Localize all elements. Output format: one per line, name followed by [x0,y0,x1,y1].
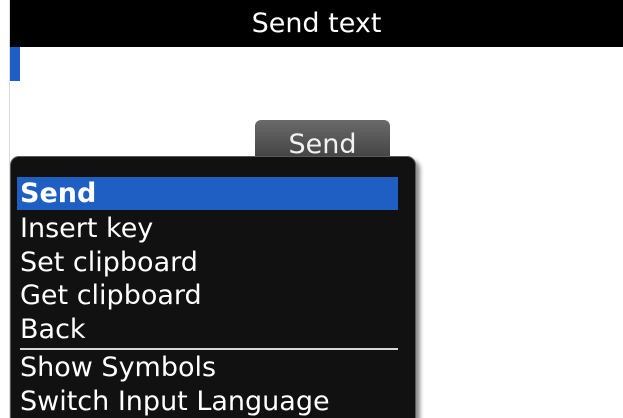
text-input-cursor[interactable] [10,47,20,81]
menu-item-send[interactable]: Send [17,177,398,210]
menu-item-back[interactable]: Back [17,313,398,346]
send-text-screen: Send text Send Send Insert key Set clipb… [0,0,623,418]
menu-item-set-clipboard[interactable]: Set clipboard [17,246,398,279]
menu-item-insert-key[interactable]: Insert key [17,212,398,245]
menu-item-get-clipboard[interactable]: Get clipboard [17,279,398,312]
menu-item-switch-input-language[interactable]: Switch Input Language [17,385,398,418]
menu-separator [20,348,398,350]
menu-item-show-symbols[interactable]: Show Symbols [17,351,398,384]
screen-edge [0,0,10,418]
context-menu: Send Insert key Set clipboard Get clipbo… [10,156,416,418]
window-title: Send text [10,0,623,47]
